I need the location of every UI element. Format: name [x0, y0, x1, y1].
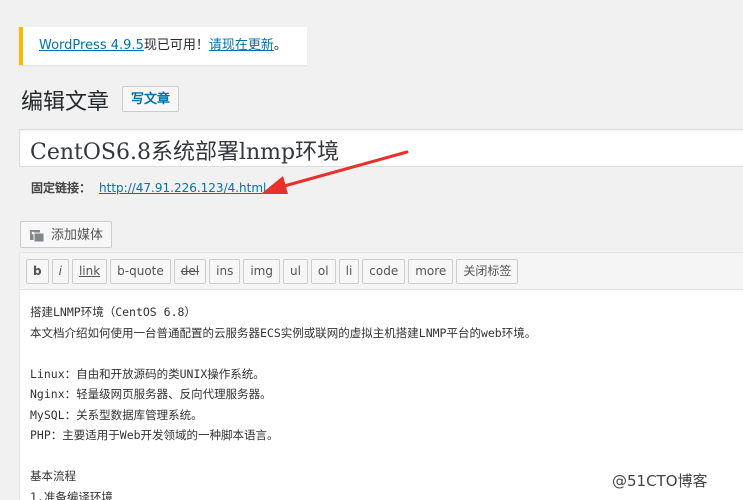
- notice-period: 。: [273, 38, 287, 53]
- media-icon: [30, 229, 45, 242]
- add-media-button[interactable]: 添加媒体: [20, 221, 113, 248]
- qt-del-button[interactable]: del: [173, 259, 207, 284]
- permalink-row: 固定链接： http://47.91.226.123/4.html: [31, 179, 266, 196]
- qt-ul-button[interactable]: ul: [282, 259, 308, 284]
- update-now-link[interactable]: 请现在更新: [209, 38, 274, 53]
- add-new-post-button[interactable]: 写文章: [122, 86, 180, 112]
- qt-ol-button[interactable]: ol: [310, 259, 336, 284]
- qt-code-button[interactable]: code: [362, 259, 406, 284]
- content-line: Linux：自由和开放源码的类UNIX操作系统。: [30, 366, 265, 381]
- qt-ins-button[interactable]: ins: [209, 259, 241, 284]
- page-title: 编辑文章: [21, 90, 110, 115]
- add-media-label: 添加媒体: [51, 227, 104, 242]
- red-arrow-annotation: [261, 150, 409, 194]
- qt-img-button[interactable]: img: [243, 259, 280, 284]
- content-line: [30, 343, 743, 364]
- content-line: Nginx：轻量级网页服务器、反向代理服务器。: [30, 387, 272, 401]
- permalink-url-link[interactable]: http://47.91.226.123/4.html: [99, 181, 266, 195]
- text-editor: b i link b-quote del ins img ul ol li co…: [19, 252, 743, 500]
- content-line: 本文档介绍如何使用一台普通配置的云服务器ECS实例或联网的虚拟主机搭建LNMP平…: [30, 325, 537, 340]
- editor-content-textarea[interactable]: 搭建LNMP环境（CentOS 6.8） 本文档介绍如何使用一台普通配置的云服务器…: [20, 290, 743, 500]
- content-line: [30, 446, 743, 467]
- update-notice: WordPress 4.9.5现已可用！请现在更新。: [19, 27, 307, 65]
- content-line: PHP：主要适用于Web开发领域的一种脚本语言。: [30, 428, 279, 442]
- content-line: 搭建LNMP环境（CentOS 6.8）: [30, 305, 196, 319]
- qt-close-tags-button[interactable]: 关闭标签: [456, 259, 519, 284]
- permalink-label: 固定链接：: [31, 181, 92, 195]
- content-line: MySQL：关系型数据库管理系统。: [30, 407, 203, 422]
- quicktags-toolbar: b i link b-quote del ins img ul ol li co…: [20, 253, 743, 290]
- qt-link-button[interactable]: link: [71, 259, 108, 284]
- qt-blockquote-button[interactable]: b-quote: [110, 259, 171, 284]
- notice-available-text: 现已可用！: [143, 38, 209, 53]
- qt-bold-button[interactable]: b: [26, 259, 49, 284]
- wordpress-version-link[interactable]: WordPress 4.9.5: [39, 38, 144, 53]
- qt-more-button[interactable]: more: [408, 259, 454, 284]
- qt-li-button[interactable]: li: [338, 259, 360, 284]
- watermark: @51CTO博客: [612, 472, 708, 490]
- qt-italic-button[interactable]: i: [51, 259, 69, 284]
